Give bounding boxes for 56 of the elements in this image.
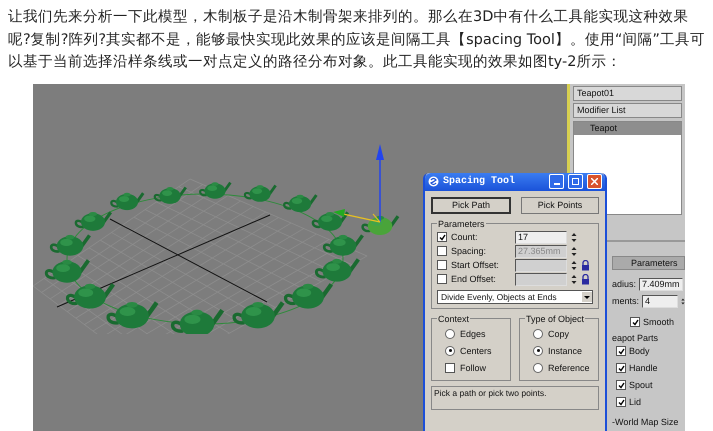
checkbox[interactable] [616, 346, 626, 356]
checkbox-label: Lid [629, 397, 642, 407]
rollout-header[interactable]: Parameters [612, 256, 685, 270]
group-title: Context [437, 314, 470, 324]
checkbox[interactable] [616, 397, 626, 407]
checkbox-label: Smooth [643, 317, 674, 327]
modifier-list-dropdown[interactable]: Modifier List [573, 102, 682, 118]
mode-dropdown[interactable]: Divide Evenly, Objects at Ends [437, 290, 593, 304]
number-field[interactable]: 17 [515, 230, 567, 244]
radio-button[interactable] [445, 346, 455, 356]
pick-button[interactable]: Pick Points [521, 196, 599, 214]
radio-label: Copy [548, 328, 570, 338]
radio-button[interactable] [533, 328, 543, 338]
checkbox[interactable] [437, 232, 447, 242]
field-label: adius: [612, 279, 636, 289]
radio-label: Instance [548, 346, 582, 356]
checkbox-label: -World Map Size [612, 416, 680, 426]
radio-label: Edges [460, 328, 486, 338]
parameter-label: Count: [451, 232, 479, 242]
stack-item[interactable]: Teapot [574, 122, 681, 134]
checkbox[interactable] [616, 380, 626, 390]
maximize-button[interactable] [568, 174, 583, 189]
checkbox[interactable] [616, 363, 626, 373]
checkbox[interactable] [630, 317, 640, 327]
parameter-label: End Offset: [451, 274, 497, 284]
close-button[interactable] [587, 174, 602, 189]
object-name-field[interactable]: Teapot01 [573, 86, 682, 100]
close-icon [591, 178, 598, 185]
checkbox-label: Handle [629, 363, 658, 373]
checkbox-label: Follow [460, 362, 486, 372]
radio-button[interactable] [533, 346, 543, 356]
field-label: ments: [612, 296, 640, 306]
spinner-arrows-icon[interactable] [571, 274, 577, 284]
radio-button[interactable] [445, 328, 455, 338]
article-paragraph: 让我们先来分析一下此模型，木制板子是沿木制骨架来排列的。那么在3D中有什么工具能实现这种效果呢?复制?阵列?其实都不是，能够最快实现此效果的应该是间隔工具【spacing Tool】。使用“间隔”工具可以基于当前选择沿样条线或一对点定义的路径分布对象。此工具能实现的效果如图ty-2所示： [7, 8, 706, 72]
maximize-icon [572, 178, 579, 185]
checkbox-label: Body [629, 346, 650, 356]
checkbox[interactable] [445, 362, 455, 372]
group-title: eapot Parts [612, 332, 660, 342]
app-logo-icon [428, 176, 439, 187]
radio-label: Reference [548, 362, 590, 372]
spinner-arrows-icon[interactable] [571, 232, 577, 242]
group-title: Parameters [437, 218, 486, 228]
radio-button[interactable] [533, 362, 543, 372]
window-title: Spacing Tool [443, 176, 516, 187]
pick-button[interactable]: Pick Path [431, 196, 511, 214]
status-message: Pick a path or pick two points. [431, 386, 599, 410]
minimize-button[interactable] [549, 174, 564, 189]
number-field[interactable]: 7.409mm [639, 278, 683, 290]
spinner-arrows-icon[interactable] [571, 260, 577, 270]
number-field[interactable]: 4 [642, 294, 678, 308]
checkbox-label: Spout [629, 380, 653, 390]
radio-label: Centers [460, 346, 492, 356]
group-title: Type of Object [525, 314, 586, 324]
parameter-label: Spacing: [451, 246, 488, 256]
parameter-label: Start Offset: [451, 260, 500, 270]
